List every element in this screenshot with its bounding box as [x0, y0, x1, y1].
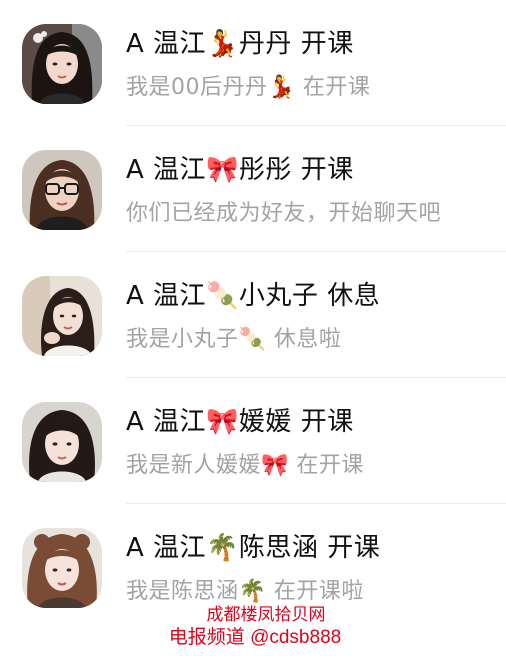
- chat-preview: 我是小丸子🍡 休息啦: [126, 327, 342, 352]
- chat-item-xiaowanzi[interactable]: A 温江🍡小丸子 休息 我是小丸子🍡 休息啦: [0, 252, 506, 378]
- girl-photo-avatar-icon: [22, 276, 102, 356]
- chat-item-tongtong[interactable]: A 温江🎀彤彤 开课 你们已经成为好友，开始聊天吧: [0, 126, 506, 252]
- chat-preview: 你们已经成为好友，开始聊天吧: [126, 201, 442, 226]
- chat-name: A 温江🌴陈思涵 开课: [126, 533, 381, 563]
- avatar[interactable]: [22, 528, 102, 608]
- chat-name: A 温江🎀彤彤 开课: [126, 155, 354, 185]
- girl-photo-avatar-icon: [22, 528, 102, 608]
- chat-preview: 我是陈思涵🌴 在开课啦: [126, 579, 364, 604]
- girl-with-glasses-avatar-icon: [22, 150, 102, 230]
- avatar[interactable]: [22, 24, 102, 104]
- avatar[interactable]: [22, 150, 102, 230]
- chat-list: A 温江💃丹丹 开课 我是00后丹丹💃 在开课 A 温江🎀彤彤 开课 你们已经成…: [0, 0, 506, 630]
- chat-item-dandan[interactable]: A 温江💃丹丹 开课 我是00后丹丹💃 在开课: [0, 0, 506, 126]
- avatar[interactable]: [22, 402, 102, 482]
- chat-preview: 我是00后丹丹💃 在开课: [126, 75, 371, 100]
- chat-preview: 我是新人媛媛🎀 在开课: [126, 453, 364, 478]
- avatar[interactable]: [22, 276, 102, 356]
- chat-name: A 温江🍡小丸子 休息: [126, 281, 381, 311]
- girl-photo-avatar-icon: [22, 24, 102, 104]
- girl-photo-avatar-icon: [22, 402, 102, 482]
- chat-item-chensihan[interactable]: A 温江🌴陈思涵 开课 我是陈思涵🌴 在开课啦: [0, 504, 506, 630]
- chat-name: A 温江🎀媛媛 开课: [126, 407, 354, 437]
- chat-name: A 温江💃丹丹 开课: [126, 29, 354, 59]
- chat-item-yuanyuan[interactable]: A 温江🎀媛媛 开课 我是新人媛媛🎀 在开课: [0, 378, 506, 504]
